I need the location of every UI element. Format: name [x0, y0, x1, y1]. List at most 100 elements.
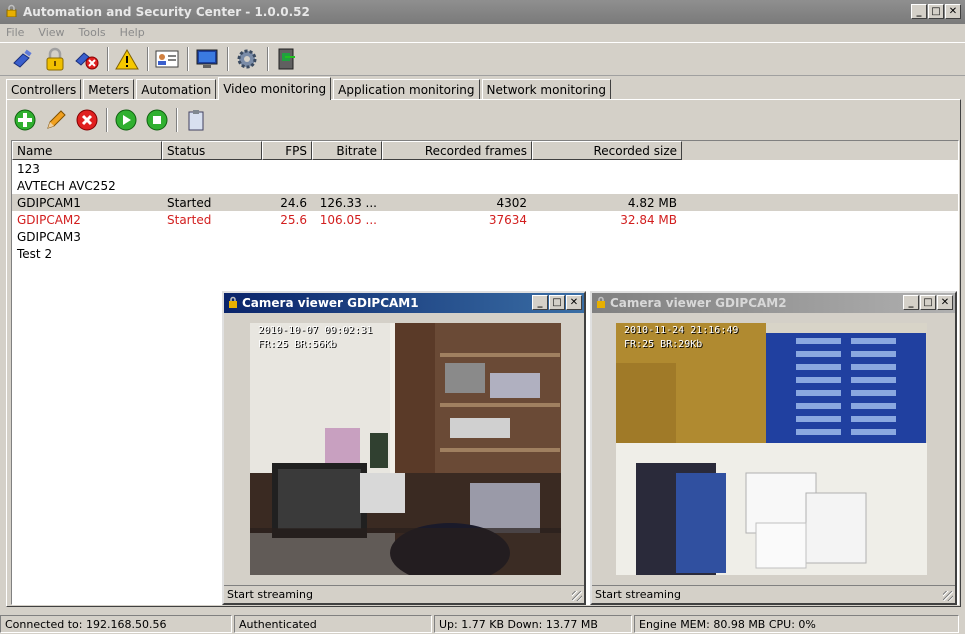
resize-grip[interactable]	[572, 591, 582, 601]
feed-overlay-timestamp: 2010-11-24 21:16:49	[624, 325, 739, 336]
toolbar-separator	[227, 47, 229, 71]
toolbar-separator	[176, 108, 178, 132]
window-title: Automation and Security Center - 1.0.0.5…	[23, 5, 310, 19]
minimize-button[interactable]: _	[532, 295, 548, 310]
status-auth: Authenticated	[234, 615, 432, 633]
menu-tools[interactable]: Tools	[79, 26, 106, 39]
viewer-status: Start streaming	[224, 585, 584, 603]
minimize-button[interactable]: _	[903, 295, 919, 310]
cell-status: Started	[167, 195, 212, 210]
toolbar-separator	[106, 108, 108, 132]
column-header-status[interactable]: Status	[162, 141, 262, 160]
viewer-status-text: Start streaming	[227, 588, 313, 601]
minimize-button[interactable]: _	[911, 4, 927, 19]
tab-meters[interactable]: Meters	[83, 79, 135, 99]
toolbar-separator	[187, 47, 189, 71]
lock-icon	[596, 296, 606, 311]
gear-icon[interactable]	[232, 44, 262, 74]
cell-name: GDIPCAM2	[17, 212, 81, 227]
viewer-body: 2010-10-07 09:02:31 FR:25 BR:56Kb	[228, 315, 580, 585]
edit-icon[interactable]	[41, 105, 71, 135]
tab-video-monitoring[interactable]: Video monitoring	[218, 77, 332, 100]
lock-icon[interactable]	[40, 44, 70, 74]
maximize-button[interactable]: □	[549, 295, 565, 310]
table-row[interactable]: GDIPCAM3	[12, 228, 958, 245]
lock-icon	[6, 4, 17, 20]
camera-list-header: Name Status FPS Bitrate Recorded frames …	[12, 141, 958, 160]
play-icon[interactable]	[111, 105, 141, 135]
column-header-recorded-size[interactable]: Recorded size	[532, 141, 682, 160]
status-connected: Connected to: 192.168.50.56	[0, 615, 232, 633]
stop-icon[interactable]	[142, 105, 172, 135]
disconnect-icon[interactable]	[72, 44, 102, 74]
maximize-button[interactable]: □	[920, 295, 936, 310]
tab-automation[interactable]: Automation	[136, 79, 217, 99]
close-button[interactable]: ✕	[937, 295, 953, 310]
user-card-icon[interactable]	[152, 44, 182, 74]
cell-name: GDIPCAM1	[17, 195, 81, 210]
close-button[interactable]: ✕	[566, 295, 582, 310]
viewer-titlebar[interactable]: Camera viewer GDIPCAM1 _ □ ✕	[224, 293, 584, 313]
cell-name: 123	[17, 161, 40, 176]
table-row[interactable]: Test 2	[12, 245, 958, 262]
main-toolbar	[0, 42, 965, 76]
camera-viewer-window[interactable]: Camera viewer GDIPCAM2 _ □ ✕ 2010-11-24 …	[590, 291, 957, 605]
table-row-selected[interactable]: GDIPCAM1 Started 24.6 126.33 ... 4302 4.…	[12, 194, 958, 211]
warning-icon[interactable]	[112, 44, 142, 74]
column-header-name[interactable]: Name	[12, 141, 162, 160]
column-header-recorded-frames[interactable]: Recorded frames	[382, 141, 532, 160]
table-row[interactable]: AVTECH AVC252	[12, 177, 958, 194]
resize-grip[interactable]	[943, 591, 953, 601]
feed-overlay-timestamp: 2010-10-07 09:02:31	[258, 325, 373, 336]
add-icon[interactable]	[10, 105, 40, 135]
feed-overlay-rate: FR:25 BR:29Kb	[624, 339, 703, 350]
toolbar-separator	[147, 47, 149, 71]
viewer-title: Camera viewer GDIPCAM2	[610, 296, 787, 310]
connect-icon[interactable]	[8, 44, 38, 74]
cell-bitrate: 126.33 ...	[319, 195, 377, 210]
tab-strip: Controllers Meters Automation Video moni…	[6, 77, 613, 100]
cell-name: Test 2	[17, 246, 53, 261]
viewer-body: 2010-11-24 21:16:49 FR:25 BR:29Kb	[596, 315, 948, 585]
app-titlebar: Automation and Security Center - 1.0.0.5…	[0, 0, 965, 24]
video-toolbar	[10, 104, 212, 136]
menu-file[interactable]: File	[6, 26, 24, 39]
column-header-bitrate[interactable]: Bitrate	[312, 141, 382, 160]
cell-status: Started	[167, 212, 212, 227]
menu-view[interactable]: View	[38, 26, 64, 39]
cell-name: GDIPCAM3	[17, 229, 81, 244]
cell-size: 32.84 MB	[620, 212, 677, 227]
camera-feed-image: 2010-11-24 21:16:49 FR:25 BR:29Kb	[616, 323, 927, 575]
tab-application-monitoring[interactable]: Application monitoring	[333, 79, 480, 99]
viewer-status: Start streaming	[592, 585, 955, 603]
menubar: File View Tools Help	[0, 24, 965, 40]
feed-overlay-rate: FR:25 BR:56Kb	[258, 339, 337, 350]
toolbar-separator	[267, 47, 269, 71]
maximize-button[interactable]: □	[928, 4, 944, 19]
table-row[interactable]: GDIPCAM2 Started 25.6 106.05 ... 37634 3…	[12, 211, 958, 228]
tab-network-monitoring[interactable]: Network monitoring	[481, 79, 611, 99]
camera-viewer-window[interactable]: Camera viewer GDIPCAM1 _ □ ✕ 2010-10-07 …	[222, 291, 586, 605]
monitor-icon[interactable]	[192, 44, 222, 74]
statusbar: Connected to: 192.168.50.56 Authenticate…	[0, 614, 965, 634]
cell-bitrate: 106.05 ...	[319, 212, 377, 227]
menu-help[interactable]: Help	[120, 26, 145, 39]
cell-frames: 37634	[488, 212, 527, 227]
tab-controllers[interactable]: Controllers	[6, 79, 82, 99]
cell-fps: 25.6	[280, 212, 307, 227]
lock-icon	[228, 296, 238, 311]
clipboard-icon[interactable]	[181, 105, 211, 135]
viewer-status-text: Start streaming	[595, 588, 681, 601]
cell-size: 4.82 MB	[627, 195, 677, 210]
cell-fps: 24.6	[280, 195, 307, 210]
cell-name: AVTECH AVC252	[17, 178, 116, 193]
status-engine: Engine MEM: 80.98 MB CPU: 0%	[634, 615, 959, 633]
camera-feed-image: 2010-10-07 09:02:31 FR:25 BR:56Kb	[250, 323, 561, 575]
table-row[interactable]: 123	[12, 160, 958, 177]
cell-frames: 4302	[496, 195, 527, 210]
delete-icon[interactable]	[72, 105, 102, 135]
column-header-fps[interactable]: FPS	[262, 141, 312, 160]
viewer-titlebar[interactable]: Camera viewer GDIPCAM2 _ □ ✕	[592, 293, 955, 313]
exit-icon[interactable]	[272, 44, 302, 74]
close-button[interactable]: ✕	[945, 4, 961, 19]
